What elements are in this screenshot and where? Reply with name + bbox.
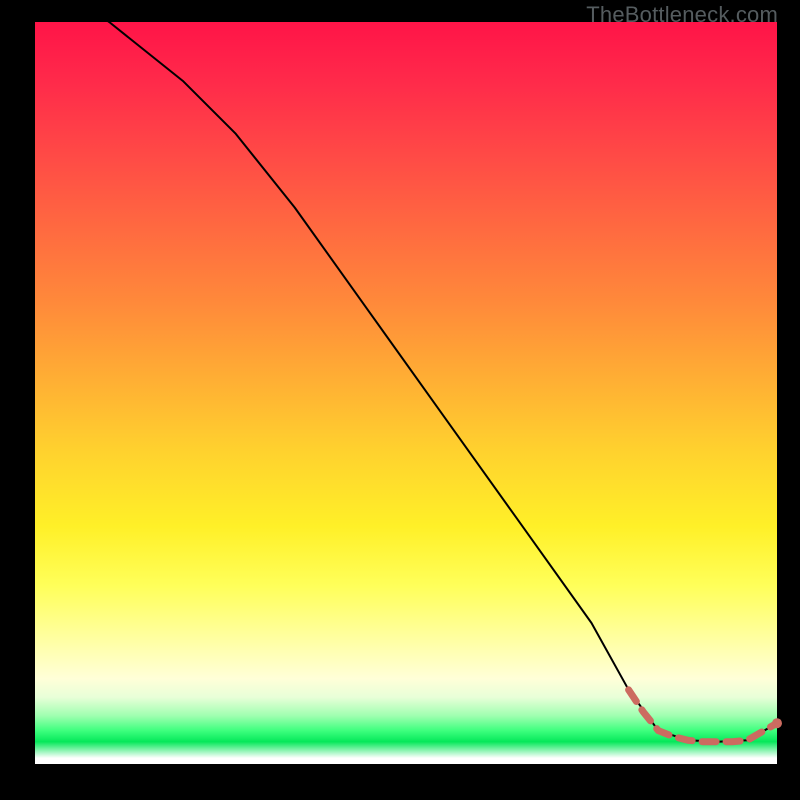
watermark-text: TheBottleneck.com — [586, 2, 778, 28]
chart-frame: TheBottleneck.com — [0, 0, 800, 800]
bottleneck-curve — [35, 0, 777, 742]
end-marker-dot — [772, 718, 782, 728]
highlight-segment — [629, 690, 777, 742]
chart-overlay — [35, 22, 777, 764]
